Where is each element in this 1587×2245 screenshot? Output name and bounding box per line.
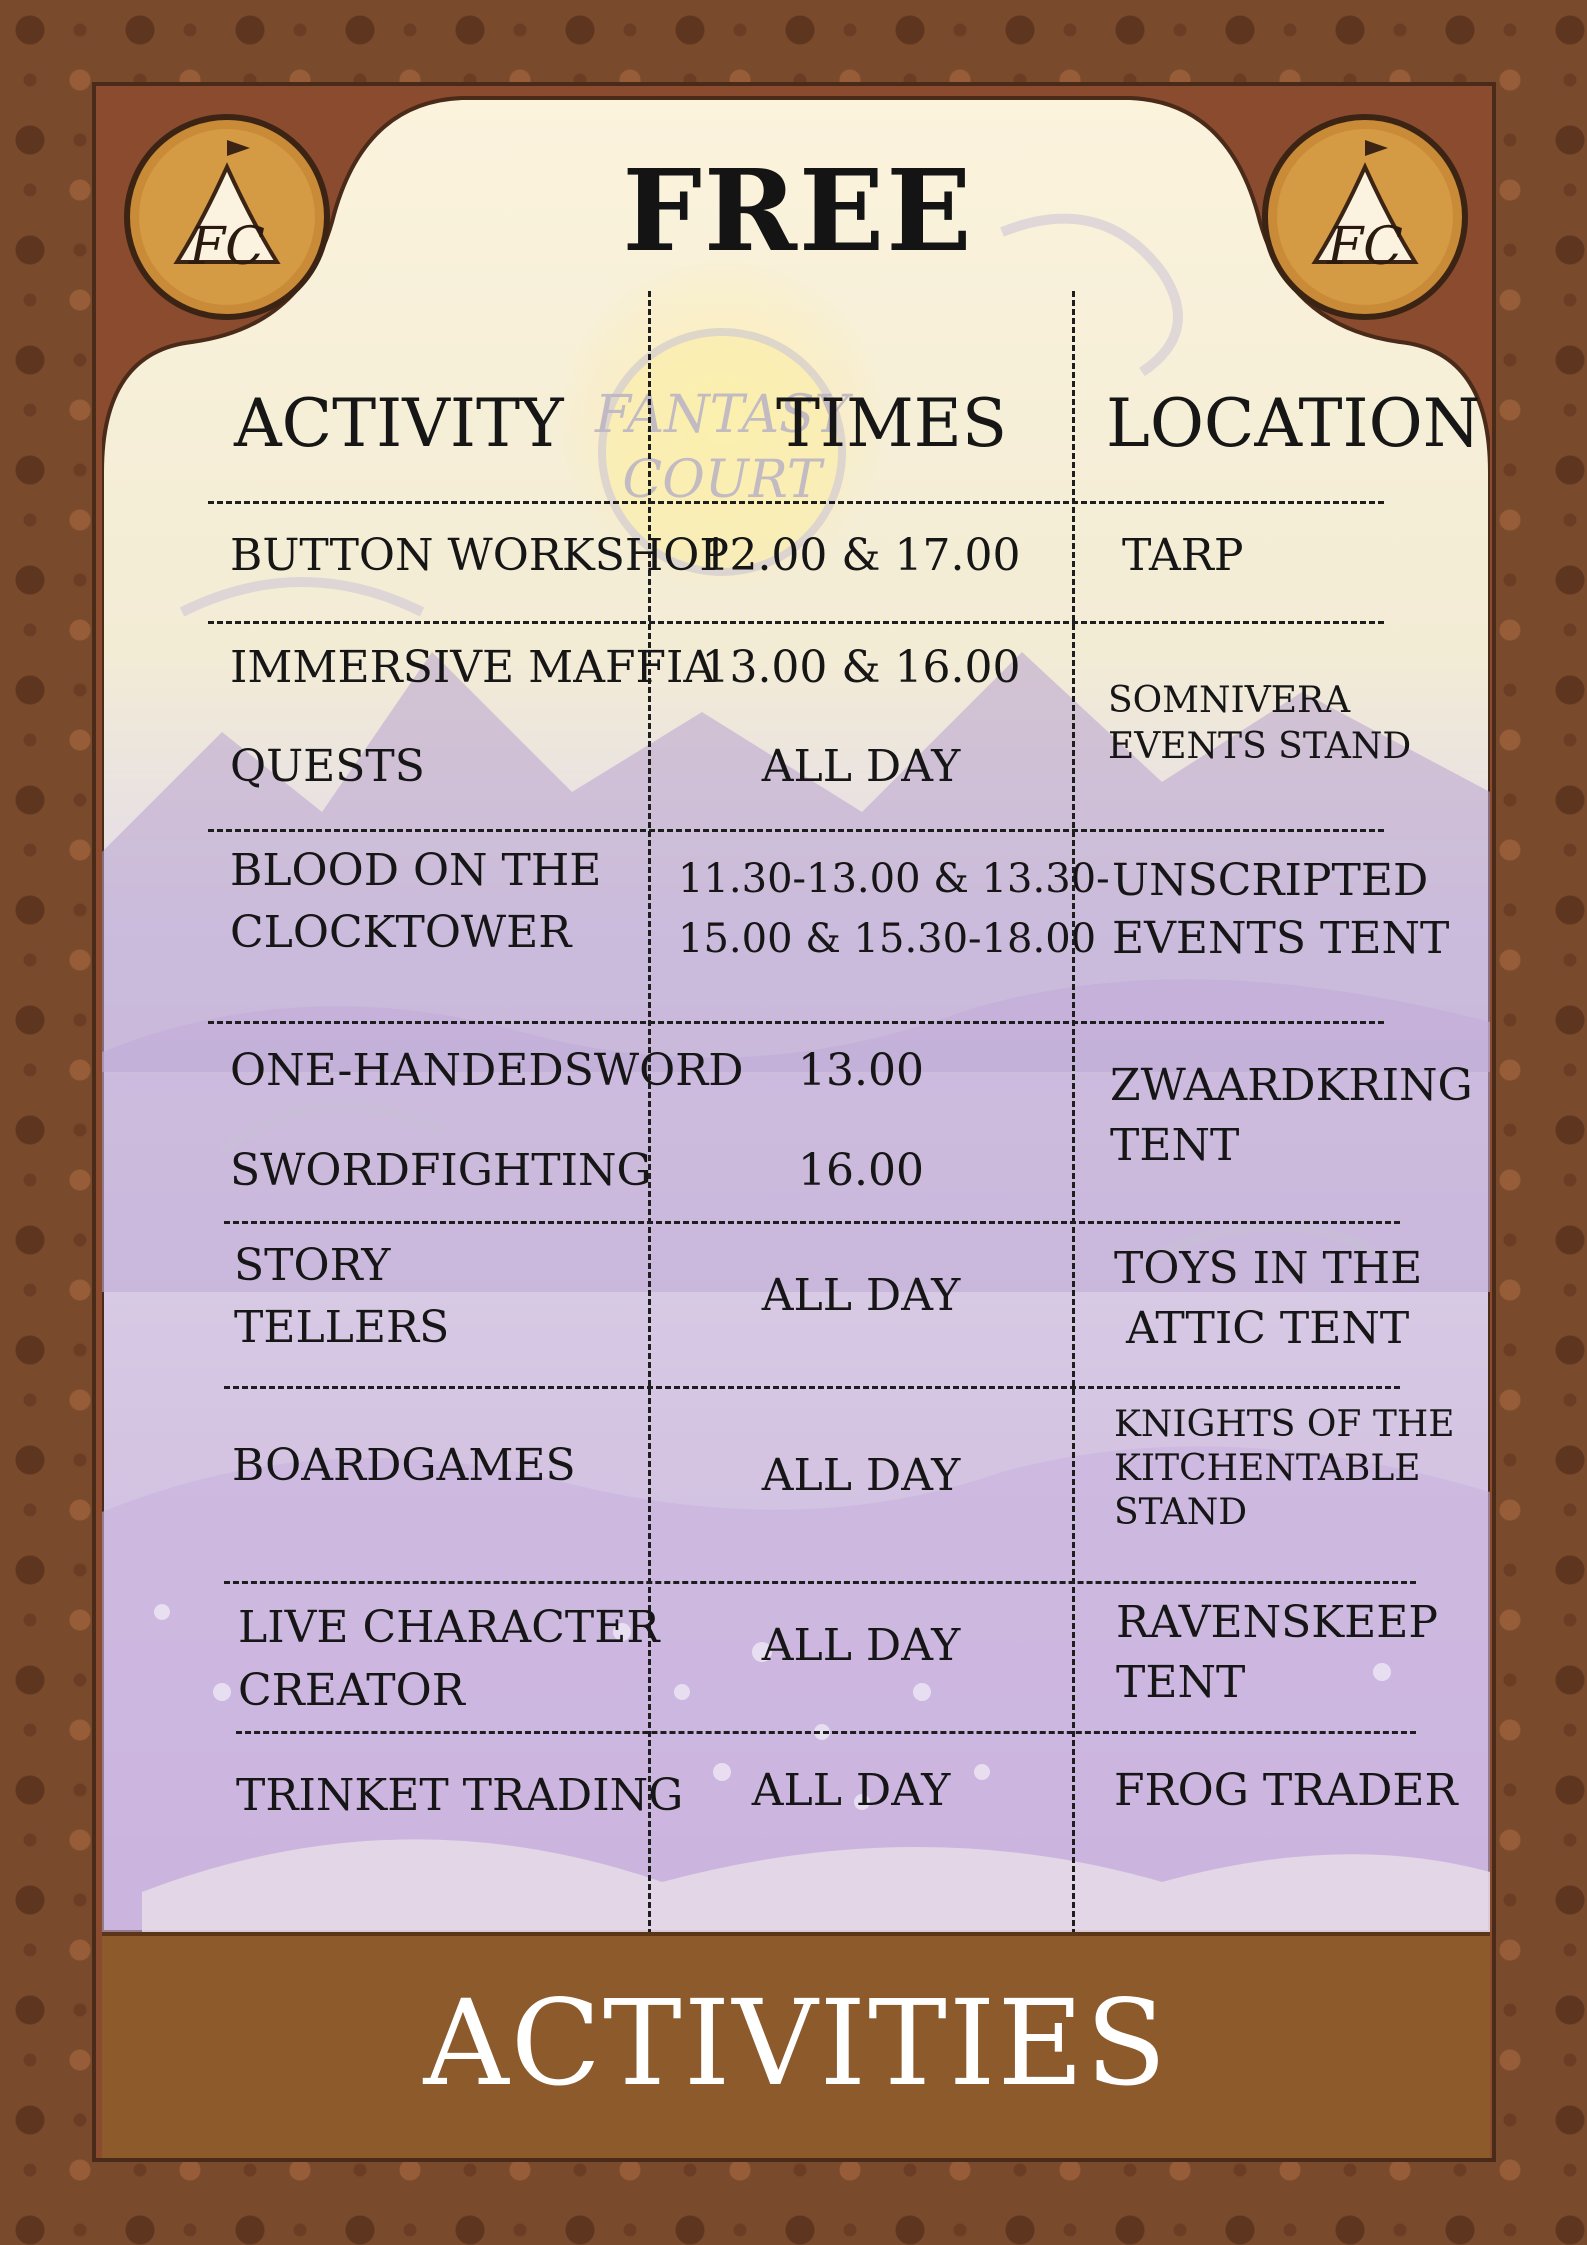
location-cell: STAND: [1114, 1492, 1248, 1533]
times-cell: 12.00 & 17.00: [701, 530, 1021, 581]
activity-cell: IMMERSIVE MAFFIA: [230, 642, 716, 693]
activity-cell: TRINKET TRADING: [236, 1770, 684, 1821]
times-cell: 13.00: [798, 1045, 924, 1096]
poster-frame: FC FC FANTASY COURT FREE ACTIVITY TIMES …: [92, 82, 1496, 2162]
location-cell: TARP: [1122, 530, 1244, 581]
activity-cell: SWORDFIGHTING: [230, 1145, 652, 1196]
footer-band: ACTIVITIES: [102, 1932, 1490, 2158]
row-divider: [208, 829, 1384, 832]
activity-cell: STORY: [234, 1240, 391, 1291]
row-divider: [236, 1731, 1416, 1734]
times-cell: ALL DAY: [761, 1620, 961, 1671]
page-heading: FREE: [622, 146, 974, 277]
location-cell: KITCHENTABLE: [1114, 1448, 1421, 1489]
location-cell: FROG TRADER: [1114, 1765, 1458, 1816]
row-divider: [224, 1221, 1400, 1224]
location-cell: TENT: [1110, 1120, 1240, 1171]
times-cell: ALL DAY: [761, 741, 961, 792]
times-cell: ALL DAY: [751, 1765, 951, 1816]
location-cell: EVENTS STAND: [1108, 726, 1412, 767]
row-divider: [224, 1581, 1416, 1584]
activity-cell: BOARDGAMES: [232, 1440, 576, 1491]
location-cell: ZWAARDKRING: [1110, 1060, 1473, 1111]
location-cell: SOMNIVERA: [1108, 680, 1351, 721]
column-header-times: TIMES: [776, 385, 1008, 462]
row-divider: [208, 501, 1384, 504]
activity-cell: TELLERS: [234, 1302, 450, 1353]
times-cell: 16.00: [798, 1145, 924, 1196]
activity-cell: BLOOD ON THE: [230, 845, 602, 896]
activity-cell: CREATOR: [238, 1665, 465, 1716]
times-cell: ALL DAY: [761, 1450, 961, 1501]
location-cell: TENT: [1116, 1657, 1246, 1708]
activity-cell: QUESTS: [230, 741, 425, 792]
activity-cell: LIVE CHARACTER: [238, 1602, 660, 1653]
row-divider: [224, 1386, 1400, 1389]
times-cell: 11.30-13.00 & 13.30-: [678, 856, 1110, 902]
footer-title: ACTIVITIES: [423, 1974, 1169, 2112]
activity-cell: BUTTON WORKSHOP: [230, 530, 729, 581]
row-divider: [208, 621, 1384, 624]
times-cell: ALL DAY: [761, 1270, 961, 1321]
location-cell: RAVENSKEEP: [1116, 1597, 1438, 1648]
location-cell: EVENTS TENT: [1112, 913, 1450, 964]
location-cell: TOYS IN THE: [1114, 1243, 1423, 1294]
row-divider: [208, 1021, 1384, 1024]
column-divider: [1072, 291, 1075, 1971]
column-header-activity: ACTIVITY: [234, 385, 564, 462]
location-cell: ATTIC TENT: [1126, 1303, 1410, 1354]
location-cell: KNIGHTS OF THE: [1114, 1404, 1455, 1445]
times-cell: 13.00 & 16.00: [701, 642, 1021, 693]
activity-cell: CLOCKTOWER: [230, 907, 572, 958]
location-cell: UNSCRIPTED: [1112, 855, 1429, 906]
column-header-location: LOCATION: [1106, 385, 1481, 462]
times-cell: 15.00 & 15.30-18.00: [678, 916, 1097, 962]
